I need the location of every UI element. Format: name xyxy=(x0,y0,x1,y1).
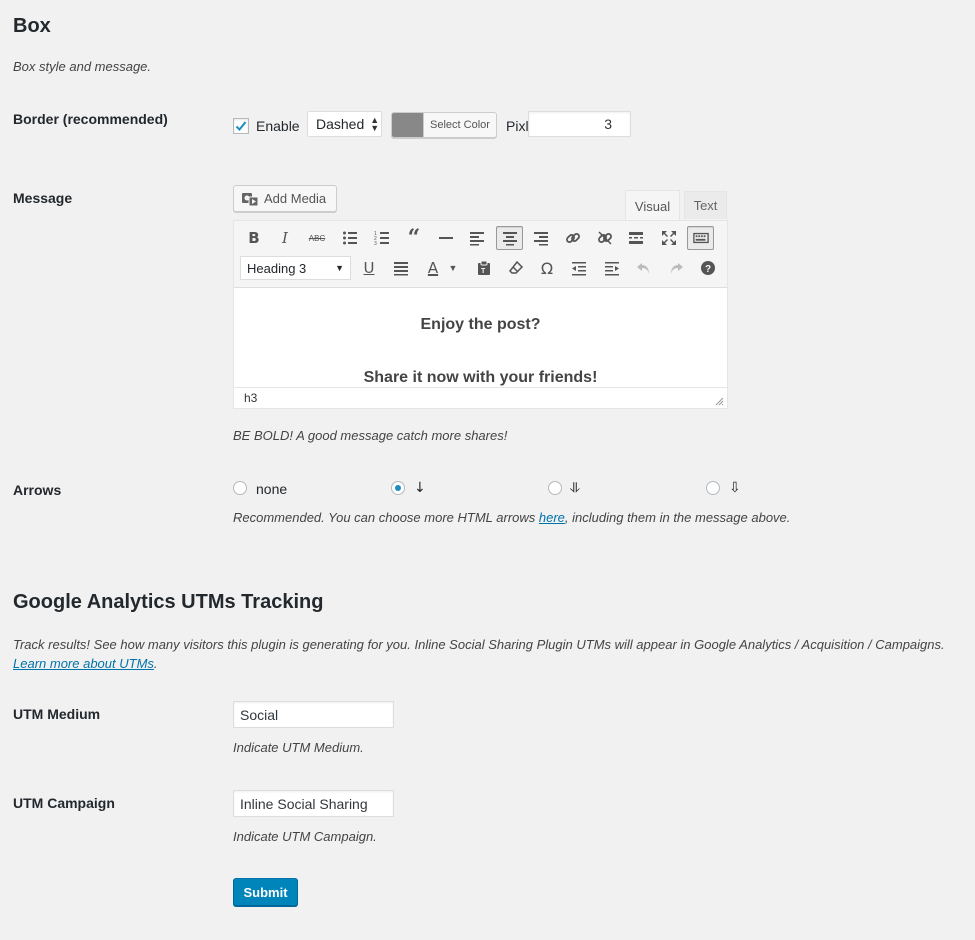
pixel-label: Pixl xyxy=(506,118,529,134)
arrows-hint-text: Recommended. You can choose more HTML ar… xyxy=(233,510,539,525)
blockquote-icon[interactable]: “ xyxy=(403,225,425,251)
toolbar-toggle-icon[interactable] xyxy=(687,226,714,250)
tab-visual[interactable]: Visual xyxy=(625,190,680,221)
read-more-icon[interactable] xyxy=(625,227,647,249)
utm-campaign-hint: Indicate UTM Campaign. xyxy=(233,829,377,844)
indent-icon[interactable] xyxy=(601,257,623,279)
numbered-list-icon[interactable]: 123 xyxy=(371,227,393,249)
utm-campaign-label: UTM Campaign xyxy=(13,795,115,811)
message-hint: BE BOLD! A good message catch more share… xyxy=(233,428,508,443)
special-character-icon[interactable]: Ω xyxy=(536,257,558,279)
border-style-value: Dashed xyxy=(316,116,365,132)
utm-medium-input[interactable]: Social xyxy=(233,701,394,728)
arrows-label: Arrows xyxy=(13,482,62,498)
align-right-icon[interactable] xyxy=(530,227,552,249)
italic-icon[interactable]: I xyxy=(274,227,296,249)
format-select-value: Heading 3 xyxy=(247,260,307,276)
help-icon[interactable]: ? xyxy=(697,257,719,279)
enable-checkbox[interactable] xyxy=(233,118,249,134)
enable-label[interactable]: Enable xyxy=(256,118,300,134)
pixel-input[interactable]: 3 xyxy=(528,111,631,137)
add-media-button[interactable]: Add Media xyxy=(233,185,337,212)
editor-statusbar: h3 xyxy=(234,387,727,409)
border-style-select[interactable]: Dashed ▲ ▼ xyxy=(307,111,382,137)
utm-medium-hint: Indicate UTM Medium. xyxy=(233,740,364,755)
bullet-list-icon[interactable] xyxy=(339,227,361,249)
tab-text[interactable]: Text xyxy=(684,191,727,219)
add-media-label: Add Media xyxy=(264,191,327,206)
editor-toolbar: B I ABC 123 “ Heading 3 ▼ U A ▼ T Ω ? xyxy=(234,221,727,288)
border-label: Border (recommended) xyxy=(13,111,168,127)
outdent-icon[interactable] xyxy=(568,257,590,279)
clear-formatting-icon[interactable] xyxy=(505,257,527,279)
content-line-1: Enjoy the post? xyxy=(420,316,541,333)
undo-icon[interactable] xyxy=(633,257,655,279)
media-icon xyxy=(242,192,259,206)
box-title: Box xyxy=(13,15,51,37)
checkmark-icon xyxy=(235,121,247,131)
svg-text:T: T xyxy=(481,268,486,275)
arrow-radio-hollow-down[interactable] xyxy=(706,481,720,495)
align-center-icon[interactable] xyxy=(496,226,523,250)
utm-medium-label: UTM Medium xyxy=(13,706,101,722)
submit-button[interactable]: Submit xyxy=(233,878,298,906)
select-color-button[interactable]: Select Color xyxy=(391,112,497,138)
link-icon[interactable] xyxy=(562,227,584,249)
color-swatch xyxy=(392,113,423,137)
resize-handle-icon[interactable] xyxy=(715,397,724,406)
arrow-option-down[interactable]: ↓ xyxy=(414,480,426,496)
fullscreen-icon[interactable] xyxy=(658,227,680,249)
bold-icon[interactable]: B xyxy=(243,227,265,249)
align-left-icon[interactable] xyxy=(466,227,488,249)
arrows-here-link[interactable]: here xyxy=(539,510,565,525)
redo-icon[interactable] xyxy=(665,257,687,279)
underline-icon[interactable]: U xyxy=(358,257,380,279)
select-arrows-icon: ▲ ▼ xyxy=(370,115,380,133)
arrow-option-none[interactable]: none xyxy=(256,481,287,497)
message-editor: B I ABC 123 “ Heading 3 ▼ U A ▼ T Ω ? En… xyxy=(233,220,728,409)
arrows-hint-suffix: , including them in the message above. xyxy=(564,510,791,525)
analytics-description: Track results! See how many visitors thi… xyxy=(13,635,963,673)
message-label: Message xyxy=(13,190,73,206)
unlink-icon[interactable] xyxy=(594,227,616,249)
strikethrough-icon[interactable]: ABC xyxy=(306,227,328,249)
arrows-hint: Recommended. You can choose more HTML ar… xyxy=(233,510,790,525)
utm-campaign-input[interactable]: Inline Social Sharing xyxy=(233,790,394,817)
horizontal-line-icon[interactable] xyxy=(435,227,457,249)
select-color-label: Select Color xyxy=(423,113,496,137)
box-description: Box style and message. xyxy=(13,59,152,74)
svg-text:?: ? xyxy=(705,264,711,275)
justify-icon[interactable] xyxy=(390,257,412,279)
text-color-icon[interactable]: A xyxy=(422,257,444,279)
analytics-title: Google Analytics UTMs Tracking xyxy=(13,591,324,613)
arrow-radio-double-down[interactable] xyxy=(548,481,562,495)
paste-text-icon[interactable]: T xyxy=(473,257,495,279)
content-line-2: Share it now with your friends! xyxy=(363,369,598,386)
analytics-description-text: Track results! See how many visitors thi… xyxy=(13,637,945,652)
format-select[interactable]: Heading 3 ▼ xyxy=(240,256,351,280)
text-color-dropdown-icon[interactable]: ▼ xyxy=(446,257,460,279)
arrow-option-double-down[interactable]: ⥥ xyxy=(570,480,580,496)
learn-more-suffix: . xyxy=(153,656,158,671)
editor-content[interactable]: Enjoy the post? Share it now with your f… xyxy=(234,287,727,387)
element-path[interactable]: h3 xyxy=(244,391,257,405)
arrow-radio-none[interactable] xyxy=(233,481,247,495)
chevron-down-icon: ▼ xyxy=(335,263,344,273)
arrow-radio-down[interactable] xyxy=(391,481,405,495)
learn-more-link[interactable]: Learn more about UTMs xyxy=(13,656,154,671)
svg-text:3: 3 xyxy=(374,241,377,246)
arrow-option-hollow-down[interactable]: ⇩ xyxy=(729,480,741,496)
